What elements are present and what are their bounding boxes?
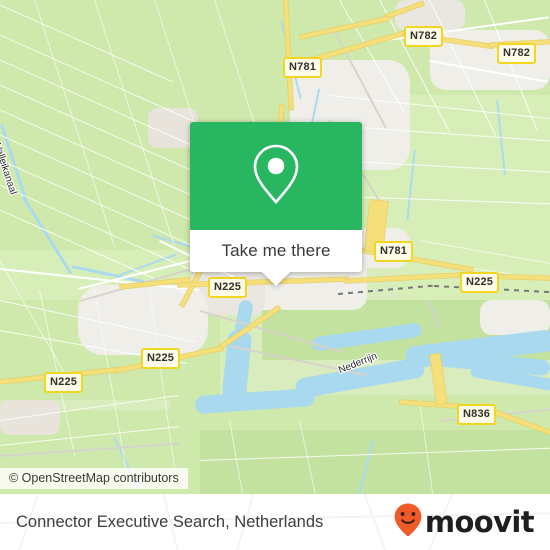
- road-shield[interactable]: N225: [44, 372, 84, 393]
- moovit-wordmark: moovit: [424, 504, 535, 539]
- moovit-logo[interactable]: moovit: [393, 502, 535, 543]
- moovit-smiley-pin-icon: [393, 502, 423, 543]
- map-canvas[interactable]: N782 N782 N781 N781 N225 N225 N225 N225 …: [0, 0, 550, 494]
- road-shield[interactable]: N782: [404, 26, 444, 47]
- road-shield[interactable]: N781: [374, 241, 414, 262]
- map-urban-area: [0, 400, 60, 435]
- road-shield[interactable]: N225: [208, 277, 248, 298]
- map-park-area: [200, 430, 550, 494]
- take-me-there-button[interactable]: Take me there: [190, 230, 362, 272]
- osm-attribution[interactable]: © OpenStreetMap contributors: [0, 468, 188, 489]
- road-shield[interactable]: N836: [457, 404, 497, 425]
- road-shield[interactable]: N782: [497, 43, 537, 64]
- map-pin-icon: [250, 141, 302, 212]
- location-callout-card[interactable]: Take me there: [190, 122, 362, 286]
- road-shield[interactable]: N225: [460, 272, 500, 293]
- callout-pointer: [262, 272, 290, 286]
- road-shield[interactable]: N781: [283, 57, 323, 78]
- screenshot-root: N782 N782 N781 N781 N225 N225 N225 N225 …: [0, 0, 550, 550]
- road-shield[interactable]: N225: [141, 348, 181, 369]
- callout-icon-area: [190, 122, 362, 230]
- footer-bar: Connector Executive Search, Netherlands …: [0, 494, 550, 550]
- place-name: Connector Executive Search, Netherlands: [16, 512, 324, 531]
- take-me-there-label: Take me there: [221, 241, 331, 260]
